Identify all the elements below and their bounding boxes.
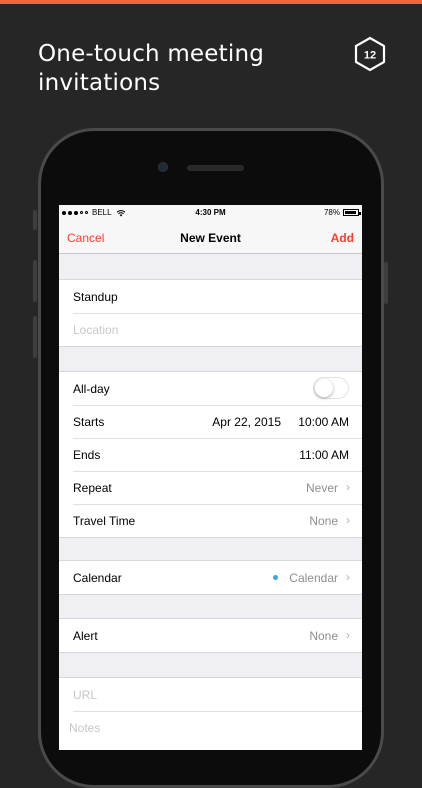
accent-bar xyxy=(0,0,422,4)
url-notes-group: URL Notes xyxy=(59,677,362,750)
alert-group: Alert None › xyxy=(59,618,362,653)
ends-row[interactable]: Ends 11:00 AM xyxy=(59,438,362,471)
chevron-right-icon: › xyxy=(346,480,350,494)
battery-percent: 78% xyxy=(323,208,340,217)
ends-label: Ends xyxy=(73,448,101,462)
nav-bar: Cancel New Event Add xyxy=(59,221,362,254)
volume-down-button xyxy=(33,316,37,358)
chevron-right-icon: › xyxy=(346,570,350,584)
alert-label: Alert xyxy=(73,629,98,643)
allday-row: All-day xyxy=(59,372,362,405)
url-field[interactable]: URL xyxy=(59,678,362,711)
headline-line-2: invitations xyxy=(38,70,161,96)
travel-time-row[interactable]: Travel Time None › xyxy=(59,504,362,537)
title-value: Standup xyxy=(73,290,118,304)
starts-date: Apr 22, 2015 xyxy=(212,415,281,429)
logo-text: 12 xyxy=(364,50,376,62)
travel-time-label: Travel Time xyxy=(73,514,136,528)
front-camera xyxy=(158,162,168,172)
earpiece-speaker xyxy=(187,165,244,171)
repeat-row[interactable]: Repeat Never › xyxy=(59,471,362,504)
status-time: 4:30 PM xyxy=(195,208,226,217)
headline-line-1: One-touch meeting xyxy=(38,41,265,67)
repeat-label: Repeat xyxy=(73,481,112,495)
calendar-row[interactable]: Calendar Calendar › xyxy=(59,561,362,594)
toggle-knob xyxy=(315,379,333,397)
starts-row[interactable]: Starts Apr 22, 2015 10:00 AM xyxy=(59,405,362,438)
status-bar: BELL 4:30 PM 78% xyxy=(59,205,362,221)
repeat-value: Never xyxy=(305,481,338,495)
hexagon-12-logo-icon: 12 xyxy=(354,36,386,72)
add-button[interactable]: Add xyxy=(331,231,354,245)
battery-icon xyxy=(343,209,361,216)
location-placeholder: Location xyxy=(73,323,119,337)
notes-placeholder: Notes xyxy=(69,721,101,735)
headline: One-touch meeting invitations xyxy=(38,40,338,98)
alert-row[interactable]: Alert None › xyxy=(59,619,362,652)
chevron-right-icon: › xyxy=(346,628,350,642)
page-title: New Event xyxy=(180,231,241,245)
volume-up-button xyxy=(33,260,37,302)
starts-time: 10:00 AM xyxy=(298,415,349,429)
travel-time-value: None xyxy=(309,514,338,528)
calendar-color-dot xyxy=(273,575,278,580)
chevron-right-icon: › xyxy=(346,513,350,527)
time-group: All-day Starts Apr 22, 2015 10:00 AM End… xyxy=(59,371,362,538)
calendar-label: Calendar xyxy=(73,571,122,585)
allday-label: All-day xyxy=(73,382,110,396)
calendar-value: Calendar xyxy=(289,571,338,585)
allday-toggle[interactable] xyxy=(313,377,349,399)
starts-label: Starts xyxy=(73,415,105,429)
title-location-group: Standup Location xyxy=(59,279,362,347)
location-field[interactable]: Location xyxy=(59,313,362,346)
ends-time: 11:00 AM xyxy=(299,448,349,462)
calendar-group: Calendar Calendar › xyxy=(59,560,362,595)
title-field[interactable]: Standup xyxy=(59,280,362,313)
alert-value: None xyxy=(309,629,338,643)
url-placeholder: URL xyxy=(73,688,98,702)
notes-field[interactable]: Notes xyxy=(59,711,362,744)
power-button xyxy=(384,262,388,304)
phone-screen: BELL 4:30 PM 78% Cancel New Event Add St… xyxy=(59,205,362,750)
mute-switch xyxy=(33,210,37,230)
